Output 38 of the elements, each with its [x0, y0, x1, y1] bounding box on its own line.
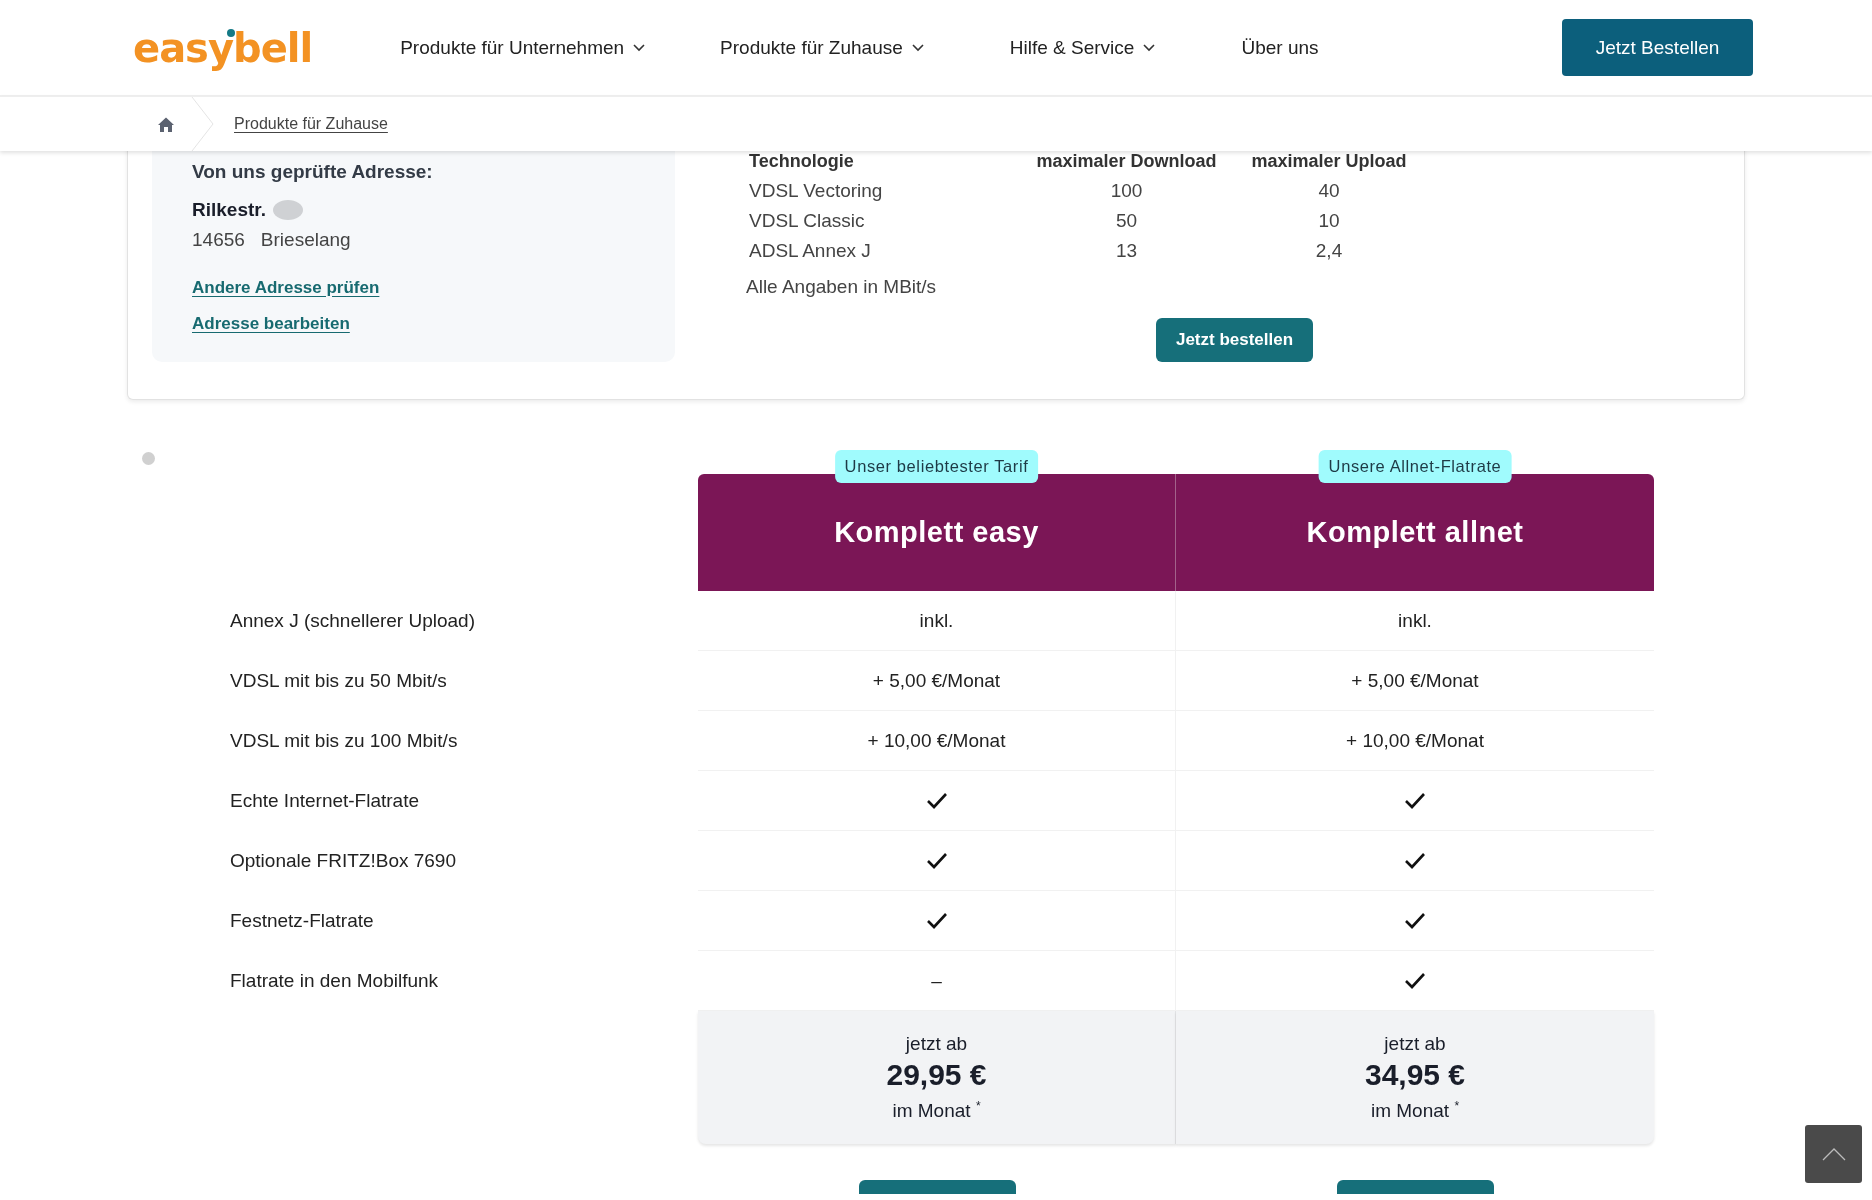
price-suffix: im Monat $^{*}$	[1370, 1097, 1460, 1124]
table-cell-text: 100	[1109, 179, 1144, 203]
column-header: Technologie	[749, 150, 855, 173]
plan-name: Komplett easy	[834, 516, 1039, 549]
feature-label: VDSL mit bis zu 50 Mbit/s	[229, 669, 448, 693]
table-cell: + 5,00 €/Monat	[698, 651, 1176, 711]
table-cell-text: VDSL Vectoring	[749, 179, 884, 203]
address-heading: Von uns geprüfte Adresse:	[192, 160, 434, 184]
table-cell: –	[698, 951, 1176, 1011]
feature-label: VDSL mit bis zu 100 Mbit/s	[229, 729, 459, 753]
column-header: maximaler Upload	[1250, 150, 1408, 173]
plan-name: Komplett allnet	[1306, 516, 1524, 549]
price-prefix: jetzt ab	[1384, 1031, 1446, 1056]
price: 34,95 €	[1364, 1056, 1466, 1093]
unit-note: Alle Angaben in MBit/s	[746, 275, 938, 299]
table-cell-text: 2,4	[1314, 239, 1344, 263]
feature-label: Festnetz-Flatrate	[229, 909, 375, 933]
table-cell-text: VDSL Classic	[749, 209, 866, 233]
plan-badge: Unser beliebtester Tarif	[834, 450, 1039, 483]
feature-label: Optionale FRITZ!Box 7690	[229, 849, 457, 873]
table-cell: + 10,00 €/Monat	[698, 711, 1176, 771]
street-name: Rilkestr.	[192, 198, 266, 222]
table-cell-text: 40	[1317, 179, 1341, 203]
column-header: maximaler Download	[1035, 150, 1218, 173]
price-prefix: jetzt ab	[905, 1031, 968, 1056]
table-cell-text: 10	[1317, 209, 1341, 233]
feature-label: Flatrate in den Mobilfunk	[229, 969, 440, 993]
price: 29,95 €	[886, 1056, 987, 1093]
price-suffix: im Monat $^{*}$	[892, 1097, 981, 1124]
table-cell-text: 13	[1114, 239, 1139, 263]
postcode: 14656	[192, 228, 245, 252]
feature-label: Annex J (schnellerer Upload)	[229, 609, 476, 633]
plan-badge: Unsere Allnet-Flatrate	[1318, 450, 1512, 483]
city-name: Brieselang	[260, 228, 351, 252]
table-cell-text: ADSL Annex J	[749, 239, 872, 263]
table-cell-text: 50	[1114, 209, 1139, 233]
table-cell: inkl.	[698, 591, 1176, 651]
feature-label: Echte Internet-Flatrate	[229, 789, 421, 813]
